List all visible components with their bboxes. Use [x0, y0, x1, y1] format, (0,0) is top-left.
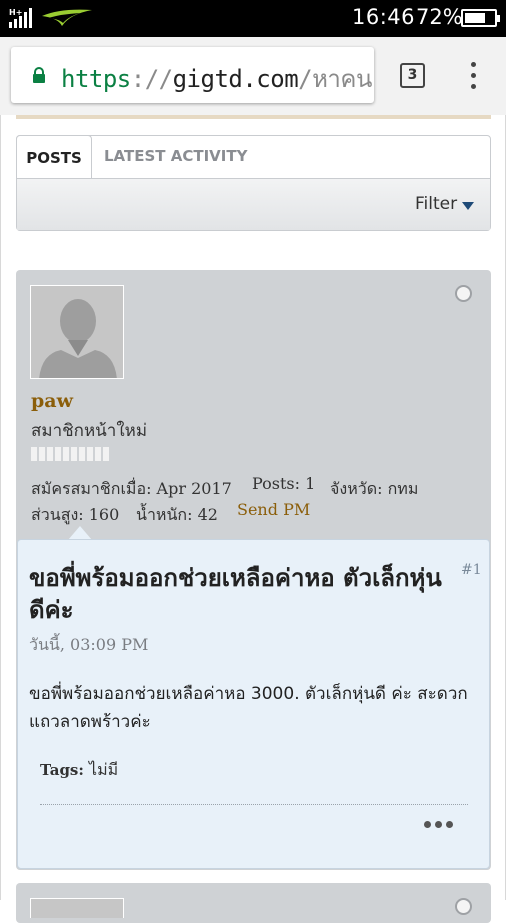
join-date: สมัครสมาชิกเมื่อ: Apr 2017 — [31, 479, 232, 498]
battery-level — [465, 13, 486, 23]
tab-switcher-button[interactable]: 3 — [400, 63, 425, 88]
overflow-menu-icon[interactable] — [466, 62, 480, 90]
url-text[interactable]: https://gigtd.com/หาคน — [61, 59, 372, 98]
avatar[interactable] — [30, 285, 124, 379]
browser-toolbar: https://gigtd.com/หาคน 3 — [0, 37, 506, 115]
tags-label: Tags: — [40, 761, 84, 779]
avatar[interactable] — [30, 898, 124, 918]
post-card — [16, 883, 491, 923]
user-title: สมาชิกหน้าใหม่ — [31, 421, 148, 441]
online-status-icon — [455, 285, 472, 302]
height-field: ส่วนสูง: 160 — [31, 505, 120, 524]
post-body: #1 ขอพี่พร้อมออกช่วยเหลือค่าหอ ตัวเล็กหุ… — [17, 539, 490, 869]
url-path: /หาคน — [298, 65, 372, 93]
send-pm-link[interactable]: Send PM — [237, 500, 310, 519]
page-border-left — [0, 115, 1, 900]
post-count: Posts: 1 — [252, 474, 316, 493]
url-scheme: https — [61, 65, 131, 93]
username-link[interactable]: paw — [31, 390, 73, 412]
tab-posts[interactable]: POSTS — [16, 135, 92, 179]
lock-icon — [33, 67, 45, 83]
reputation-bar — [31, 447, 109, 461]
url-host: gigtd.com — [172, 65, 299, 93]
province-field: จังหวัด: กทม — [330, 479, 419, 498]
post-text: ขอพี่พร้อมออกช่วยเหลือค่าหอ 3000. ตัวเล็… — [29, 684, 468, 732]
post-card: paw สมาชิกหน้าใหม่ สมัครสมาชิกเมื่อ: Apr… — [16, 270, 491, 870]
battery-icon — [461, 9, 500, 27]
profile-tabs: POSTS LATEST ACTIVITY Filter — [16, 135, 491, 231]
address-bar[interactable]: https://gigtd.com/หาคน — [11, 47, 374, 103]
filter-button[interactable]: Filter — [415, 194, 457, 214]
tab-latest-activity[interactable]: LATEST ACTIVITY — [104, 136, 247, 178]
post-number-link[interactable]: #1 — [461, 562, 482, 578]
default-avatar-icon — [31, 286, 123, 378]
tags-value: ไม่มี — [89, 760, 119, 779]
card-pointer — [68, 526, 92, 540]
url-separator: :// — [130, 65, 173, 93]
post-title: ขอพี่พร้อมออกช่วยเหลือค่าหอ ตัวเล็กหุ่นด… — [29, 564, 442, 624]
battery-percentage: 72% — [416, 5, 463, 29]
svg-text:H+: H+ — [9, 8, 22, 17]
post-date: วันนี้, 03:09 PM — [29, 635, 149, 654]
filter-bar: Filter — [17, 178, 490, 230]
signal-icon: H+ — [9, 8, 32, 28]
tags-row: Tags: ไม่มี — [40, 758, 118, 783]
page-content: POSTS LATEST ACTIVITY Filter paw สมาชิกห… — [0, 115, 506, 923]
online-status-icon — [455, 898, 472, 915]
header-divider — [16, 115, 491, 119]
weight-field: น้ำหนัก: 42 — [136, 505, 218, 524]
carrier-logo-icon — [42, 9, 92, 26]
status-bar: H+ 16:46 72% — [0, 0, 506, 37]
clock: 16:46 — [352, 5, 416, 29]
caret-down-icon[interactable] — [462, 202, 474, 210]
divider — [40, 804, 468, 805]
more-options-icon[interactable] — [424, 821, 453, 828]
